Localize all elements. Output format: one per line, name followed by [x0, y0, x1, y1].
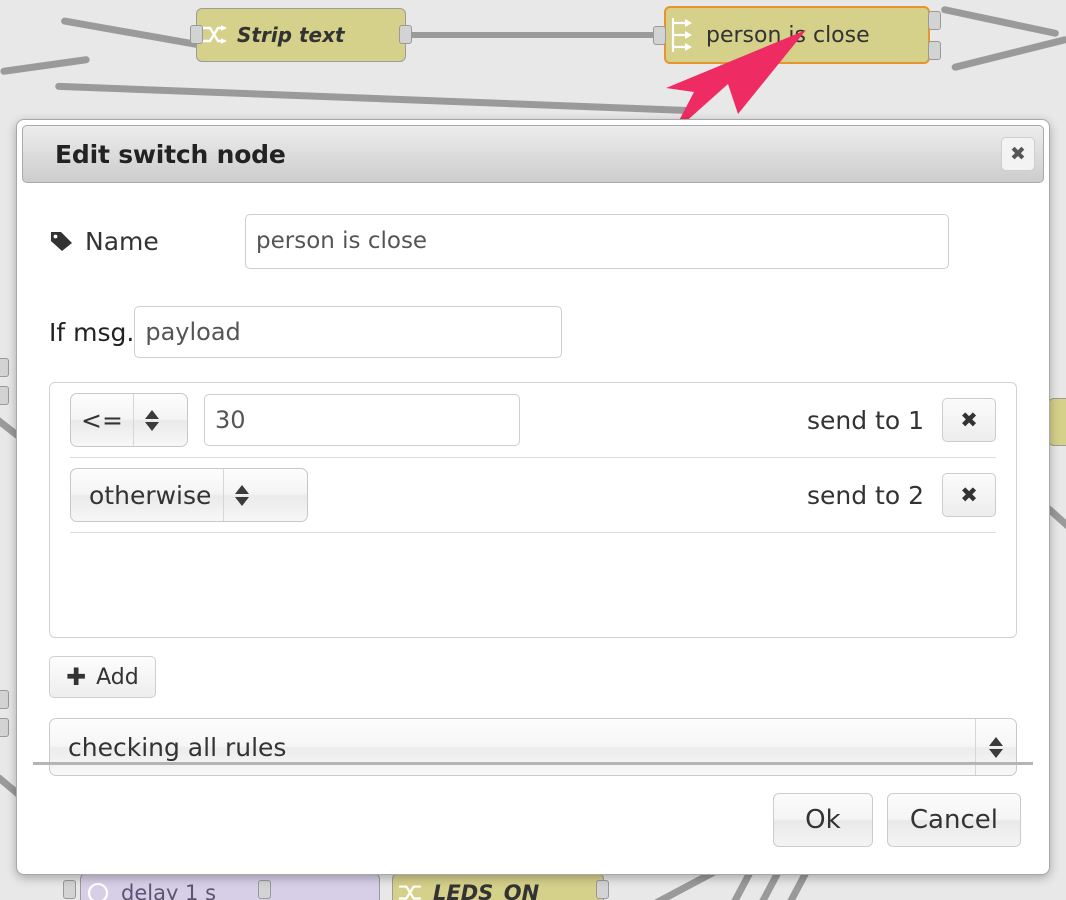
- checking-mode-value: checking all rules: [68, 732, 287, 762]
- add-rule-button[interactable]: ✚ Add: [49, 656, 156, 698]
- flow-node-partial[interactable]: [1048, 398, 1066, 446]
- flow-node-strip-text[interactable]: Strip text: [196, 8, 406, 62]
- rule-row: <= send to 1 ✖: [70, 383, 996, 458]
- wire: [55, 82, 695, 115]
- property-row: If msg.: [49, 306, 1017, 358]
- name-row: Name: [49, 213, 1017, 269]
- flow-node-label: delay 1 s: [121, 881, 217, 900]
- close-icon[interactable]: ✖: [1001, 137, 1035, 171]
- app-root: Strip text person is close delay 1 s LED…: [0, 0, 1066, 900]
- tag-icon: [49, 230, 73, 252]
- rule-operator-value: <=: [81, 405, 123, 435]
- node-input-port[interactable]: [190, 25, 203, 44]
- flow-node-leds-on[interactable]: LEDS_ON: [392, 873, 604, 900]
- name-input[interactable]: [245, 213, 949, 269]
- node-port[interactable]: [0, 690, 9, 709]
- node-output-port[interactable]: [928, 41, 941, 60]
- rule-operator-value: otherwise: [89, 480, 212, 510]
- rule-row: otherwise send to 2 ✖: [70, 458, 996, 533]
- rule-operator-select[interactable]: otherwise: [70, 468, 308, 522]
- plus-icon: ✚: [66, 663, 87, 691]
- delete-rule-button[interactable]: ✖: [942, 398, 996, 442]
- flow-node-delay[interactable]: delay 1 s: [80, 873, 380, 900]
- node-input-port[interactable]: [63, 880, 76, 899]
- node-output-port[interactable]: [258, 880, 271, 899]
- dialog-body: Name If msg. <=: [17, 188, 1049, 776]
- rule-value-input[interactable]: [204, 394, 520, 446]
- node-port[interactable]: [0, 386, 9, 405]
- delete-rule-button[interactable]: ✖: [942, 473, 996, 517]
- dialog-titlebar: Edit switch node ✖: [22, 125, 1044, 183]
- select-arrows-icon: [133, 394, 170, 446]
- close-glyph: ✖: [1010, 143, 1026, 165]
- node-output-port[interactable]: [399, 25, 412, 44]
- flow-node-label: Strip text: [237, 23, 345, 47]
- rule-operator-select[interactable]: <=: [70, 393, 188, 447]
- select-arrows-icon: [223, 469, 260, 521]
- cancel-button[interactable]: Cancel: [886, 792, 1021, 847]
- name-label: Name: [85, 226, 159, 256]
- add-rule-label: Add: [96, 664, 139, 690]
- property-input[interactable]: [134, 306, 563, 358]
- wire: [940, 5, 1060, 38]
- ok-button[interactable]: Ok: [772, 792, 873, 847]
- dialog-footer: Ok Cancel: [17, 765, 1049, 874]
- delete-icon: ✖: [960, 408, 978, 432]
- node-output-port[interactable]: [596, 880, 609, 899]
- wire: [60, 17, 210, 50]
- rule-output-label: send to 1: [806, 405, 924, 435]
- delay-icon: [81, 874, 115, 900]
- rule-output-label: send to 2: [806, 480, 924, 510]
- delete-icon: ✖: [960, 483, 978, 507]
- node-port[interactable]: [0, 358, 9, 377]
- wire: [0, 55, 91, 76]
- rules-container: <= send to 1 ✖ otherwise: [49, 382, 1017, 638]
- wire: [950, 35, 1066, 72]
- node-output-port[interactable]: [928, 11, 941, 30]
- dialog-title: Edit switch node: [55, 139, 286, 169]
- if-msg-label: If msg.: [49, 317, 135, 347]
- edit-switch-node-dialog: Edit switch node ✖ Name If msg.: [16, 119, 1050, 875]
- rules-tail-spacer: [70, 533, 996, 567]
- node-port[interactable]: [0, 718, 9, 737]
- shuffle-icon: [393, 874, 427, 900]
- flow-node-label: LEDS_ON: [433, 881, 540, 900]
- wire: [405, 32, 665, 38]
